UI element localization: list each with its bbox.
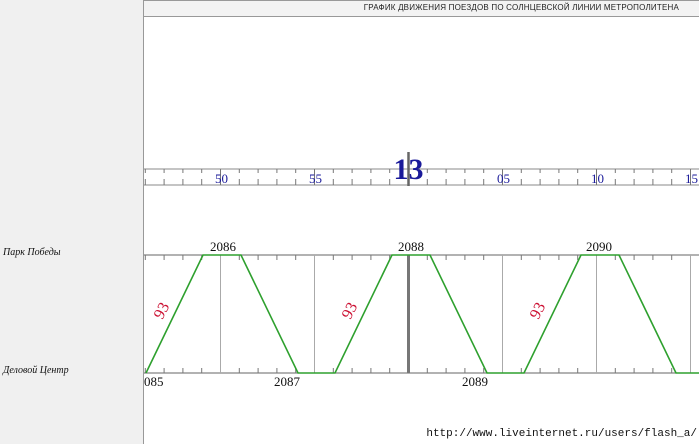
train-number-bottom-2087: 2087 xyxy=(274,374,301,389)
minute-label-15: 15 xyxy=(685,171,698,186)
train-path xyxy=(145,254,699,374)
train-number-top-2088: 2088 xyxy=(398,239,424,254)
train-number-top-2086: 2086 xyxy=(210,239,237,254)
train-number-top-2090: 2090 xyxy=(586,239,612,254)
minute-label-55: 55 xyxy=(309,171,322,186)
source-url: http://www.liveinternet.ru/users/flash_a… xyxy=(426,428,697,440)
run-time-label: 93 xyxy=(339,300,362,322)
minute-label-05: 05 xyxy=(497,171,510,186)
run-time-label: 93 xyxy=(151,300,174,322)
train-number-bottom-2089: 2089 xyxy=(462,374,488,389)
minute-label-50: 50 xyxy=(215,171,228,186)
run-time-label: 93 xyxy=(527,300,550,322)
minute-label-10: 10 xyxy=(591,171,604,186)
train-number-bottom-085: 085 xyxy=(144,374,164,389)
train-schedule-chart: 50 55 05 10 15132086 2088 2090085 2087 208993 93 9… xyxy=(144,152,699,389)
